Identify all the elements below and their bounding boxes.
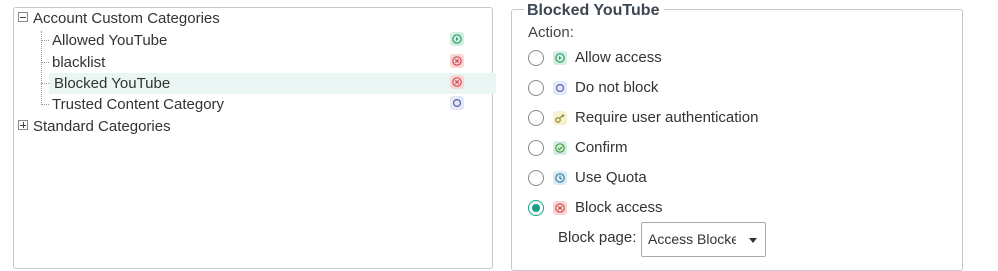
tree-item-blocked-youtube[interactable]: Blocked YouTube (41, 73, 496, 94)
check-circle-icon (553, 141, 567, 155)
expand-icon[interactable] (18, 120, 28, 130)
tree-connector (41, 62, 49, 63)
tree-node-label: Account Custom Categories (33, 10, 220, 27)
allow-access-radio[interactable] (528, 50, 544, 66)
collapse-icon[interactable] (18, 12, 28, 22)
block-x-icon (450, 54, 464, 68)
option-block-access[interactable]: Block access (528, 198, 948, 218)
tree-node-label: Standard Categories (33, 118, 171, 135)
option-use-quota[interactable]: Use Quota (528, 168, 948, 188)
option-label: Block access (575, 199, 663, 216)
option-label: Allow access (575, 49, 662, 66)
tree-connector (41, 104, 49, 105)
block-access-radio[interactable] (528, 200, 544, 216)
tree-item-label: blacklist (52, 54, 106, 71)
circle-outline-icon (450, 96, 464, 110)
allow-circle-icon (553, 51, 567, 65)
category-detail-title: Blocked YouTube (524, 1, 665, 20)
block-x-icon (450, 75, 464, 89)
block-page-select[interactable]: Access Blocked (641, 222, 766, 257)
clock-icon (553, 171, 567, 185)
tree-connector (41, 83, 49, 84)
option-label: Confirm (575, 139, 628, 156)
option-do-not-block[interactable]: Do not block (528, 78, 948, 98)
action-label: Action: (528, 24, 574, 41)
tree-item-allowed-youtube[interactable]: Allowed YouTube (41, 30, 492, 51)
do-not-block-radio[interactable] (528, 80, 544, 96)
block-page-selected-value: Access Blocked (648, 231, 736, 247)
option-confirm[interactable]: Confirm (528, 138, 948, 158)
option-require-user-authentication[interactable]: Require user authentication (528, 108, 948, 128)
tree-item-label: Allowed YouTube (52, 32, 168, 49)
tree-item-trusted-content-category[interactable]: Trusted Content Category (41, 94, 492, 115)
option-label: Do not block (575, 79, 659, 96)
tree-connector (41, 40, 49, 41)
tree-node-account-custom-categories[interactable]: Account Custom Categories (18, 10, 220, 28)
option-allow-access[interactable]: Allow access (528, 48, 948, 68)
option-label: Require user authentication (575, 109, 759, 126)
circle-outline-icon (553, 81, 567, 95)
allow-circle-icon (450, 32, 464, 46)
tree-node-standard-categories[interactable]: Standard Categories (18, 118, 171, 136)
key-icon (553, 111, 567, 125)
tree-item-blacklist[interactable]: blacklist (41, 52, 492, 73)
require-auth-radio[interactable] (528, 110, 544, 126)
block-x-icon (553, 201, 567, 215)
tree-item-label: Blocked YouTube (49, 73, 496, 94)
confirm-radio[interactable] (528, 140, 544, 156)
option-label: Use Quota (575, 169, 647, 186)
block-page-label: Block page: (558, 229, 637, 246)
tree-item-label: Trusted Content Category (52, 96, 225, 113)
chevron-down-icon[interactable] (749, 238, 757, 243)
use-quota-radio[interactable] (528, 170, 544, 186)
